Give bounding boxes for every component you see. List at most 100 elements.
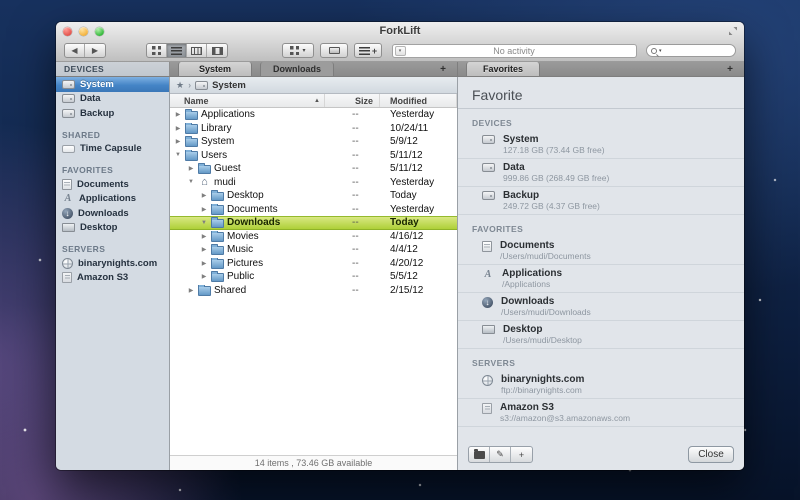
sidebar-item-downloads[interactable]: Downloads [56,206,169,221]
file-row-mudi[interactable]: ▼mudi--Yesterday [170,176,457,190]
tab-system[interactable]: System [178,62,252,76]
file-size-cell: -- [325,163,380,174]
sidebar-item-time-capsule[interactable]: Time Capsule [56,142,169,157]
file-name-cell: ▼Downloads [170,217,325,228]
activity-bar[interactable]: ▾ No activity [392,44,637,58]
file-modified-cell: 5/5/12 [380,271,457,282]
coverflow-view-button[interactable] [207,44,227,57]
favorite-item-detail: /Users/mudi/Documents [500,251,591,261]
favorite-item-desktop[interactable]: Desktop/Users/mudi/Desktop [458,321,744,349]
right-new-tab-button[interactable]: + [722,62,738,76]
sync-devices-button[interactable] [320,43,348,58]
favorite-star-icon[interactable]: ★ [176,80,184,91]
expand-triangle-icon[interactable]: ▶ [174,111,182,118]
sidebar-item-documents[interactable]: Documents [56,177,169,192]
favorite-item-applications[interactable]: Applications/Applications [458,265,744,293]
file-row-movies[interactable]: ▶Movies--4/16/12 [170,230,457,244]
file-name-label: Applications [201,109,255,120]
add-favorite-button[interactable]: + [511,447,532,462]
icon-view-button[interactable] [147,44,167,57]
sidebar-item-data[interactable]: Data [56,92,169,107]
expand-triangle-icon[interactable]: ▶ [200,206,208,213]
collapse-triangle-icon[interactable]: ▼ [200,220,208,226]
file-size-cell: -- [325,177,380,188]
favorite-item-downloads[interactable]: Downloads/Users/mudi/Downloads [458,293,744,321]
close-button[interactable]: Close [688,446,734,463]
file-row-public[interactable]: ▶Public--5/5/12 [170,270,457,284]
file-row-shared[interactable]: ▶Shared--2/15/12 [170,284,457,298]
expand-triangle-icon[interactable]: ▶ [200,192,208,199]
forward-button[interactable]: ▶ [85,44,105,57]
left-new-tab-button[interactable]: + [435,62,451,76]
sidebar-item-binarynights-com[interactable]: binarynights.com [56,256,169,271]
tab-favorites[interactable]: Favorites [466,62,540,76]
sidebar-item-desktop[interactable]: Desktop [56,221,169,236]
file-name-cell: ▶System [170,136,325,147]
favorite-item-data[interactable]: Data999.86 GB (268.49 GB free) [458,159,744,187]
column-view-button[interactable] [187,44,207,57]
search-input[interactable] [664,46,724,56]
file-row-users[interactable]: ▼Users--5/11/12 [170,149,457,163]
right-pane-tabs: Favorites + [458,62,744,76]
tab-downloads[interactable]: Downloads [260,62,334,76]
icon-view-icon [152,46,161,55]
file-row-pictures[interactable]: ▶Pictures--4/20/12 [170,257,457,271]
favorite-item-detail: 249.72 GB (4.37 GB free) [503,201,600,211]
expand-triangle-icon[interactable]: ▶ [187,287,195,294]
expand-triangle-icon[interactable]: ▶ [174,125,182,132]
file-row-downloads[interactable]: ▼Downloads--Today [170,216,457,230]
favorite-item-amazon-s3[interactable]: Amazon S3s3://amazon@s3.amazonaws.com [458,399,744,427]
expand-triangle-icon[interactable]: ▶ [200,233,208,240]
new-folder-button[interactable] [469,447,490,462]
search-field[interactable]: ▾ [646,44,736,57]
column-header-size[interactable]: Size [325,94,380,107]
edit-favorite-button[interactable]: ✎ [490,447,511,462]
expand-triangle-icon[interactable]: ▶ [187,165,195,172]
sidebar-item-backup[interactable]: Backup [56,106,169,121]
favorite-item-name: Desktop [503,324,582,335]
favorite-item-backup[interactable]: Backup249.72 GB (4.37 GB free) [458,187,744,215]
activity-status-text: No activity [393,46,636,56]
collapse-triangle-icon[interactable]: ▼ [174,152,182,158]
file-row-applications[interactable]: ▶Applications--Yesterday [170,108,457,122]
expand-triangle-icon[interactable]: ▶ [174,138,182,145]
current-location-label: System [212,80,246,91]
column-header-modified[interactable]: Modified [380,94,457,107]
sidebar-item-system[interactable]: System [56,77,169,92]
collapse-triangle-icon[interactable]: ▼ [187,179,195,185]
file-modified-cell: 5/9/12 [380,136,457,147]
list-view-button[interactable] [167,44,187,57]
window-titlebar[interactable]: ForkLift [56,22,744,40]
sidebar-item-applications[interactable]: Applications [56,192,169,207]
dropdown-caret-icon: ▾ [302,47,305,54]
favorite-item-detail: ftp://binarynights.com [501,385,584,395]
file-row-library[interactable]: ▶Library--10/24/11 [170,122,457,136]
file-modified-cell: 10/24/11 [380,123,457,134]
favorite-item-binarynights-com[interactable]: binarynights.comftp://binarynights.com [458,371,744,399]
arrange-dropdown-button[interactable]: ▾ [282,43,314,58]
history-nav: ◀ ▶ [64,43,106,58]
file-row-desktop[interactable]: ▶Desktop--Today [170,189,457,203]
fullscreen-icon[interactable] [728,26,738,36]
expand-triangle-icon[interactable]: ▶ [200,246,208,253]
favorite-item-documents[interactable]: Documents/Users/mudi/Documents [458,237,744,265]
file-browser-pane: ★ › System Name ▲ Size Modified [170,77,458,470]
file-row-guest[interactable]: ▶Guest--5/11/12 [170,162,457,176]
expand-triangle-icon[interactable]: ▶ [200,273,208,280]
folder-icon [211,273,224,283]
file-row-documents[interactable]: ▶Documents--Yesterday [170,203,457,217]
file-size-cell: -- [325,190,380,201]
file-row-music[interactable]: ▶Music--4/4/12 [170,243,457,257]
column-header-name[interactable]: Name ▲ [170,94,325,107]
path-bar[interactable]: ★ › System [170,77,457,94]
file-name-cell: ▶Shared [170,285,325,296]
file-modified-cell: 5/11/12 [380,163,457,174]
sidebar-group-header-favorites: FAVORITES [62,165,169,175]
add-transfer-button[interactable]: + [354,43,382,58]
back-button[interactable]: ◀ [65,44,85,57]
favorite-item-system[interactable]: System127.18 GB (73.44 GB free) [458,131,744,159]
file-name-cell: ▶Documents [170,204,325,215]
expand-triangle-icon[interactable]: ▶ [200,260,208,267]
sidebar-item-amazon-s3[interactable]: Amazon S3 [56,271,169,286]
file-row-system[interactable]: ▶System--5/9/12 [170,135,457,149]
